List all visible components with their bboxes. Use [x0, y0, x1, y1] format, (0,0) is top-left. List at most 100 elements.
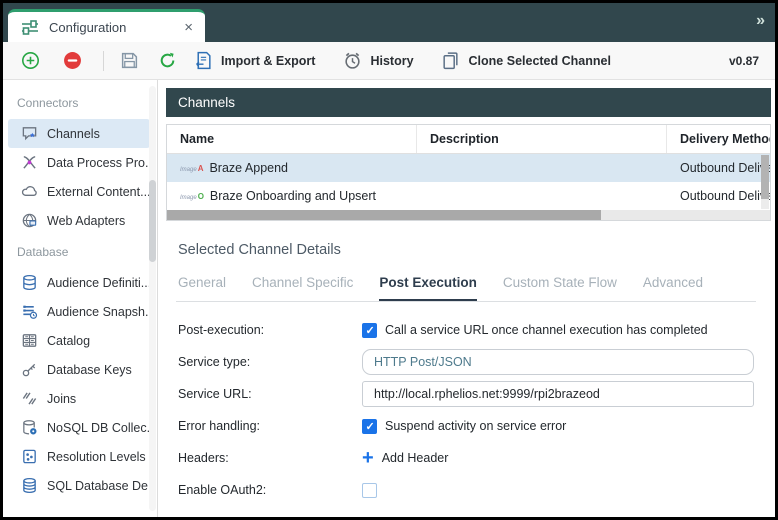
save-button[interactable] [118, 50, 140, 72]
channel-image-placeholder-icon: ImageA [180, 164, 203, 173]
table-header-row: Name Description Delivery Method [167, 125, 770, 154]
table-vertical-scrollbar-thumb[interactable] [761, 155, 769, 199]
service-type-input[interactable] [362, 349, 754, 375]
headers-label: Headers: [178, 451, 362, 465]
sidebar-section-database: Database [3, 235, 157, 268]
column-header-description[interactable]: Description [417, 125, 667, 153]
tab-close-icon[interactable]: × [184, 20, 193, 35]
add-header-button[interactable]: + Add Header [362, 450, 771, 466]
key-icon [21, 361, 38, 378]
column-header-name[interactable]: Name [167, 125, 417, 153]
channel-name-cell: ImageO Braze Onboarding and Upsert [167, 182, 417, 210]
channel-delivery-cell: Outbound Delivery [667, 154, 770, 182]
table-row[interactable]: ImageO Braze Onboarding and Upsert Outbo… [167, 182, 770, 210]
service-url-label: Service URL: [178, 387, 362, 401]
channel-description-cell [417, 154, 667, 182]
error-handling-label: Error handling: [178, 419, 362, 433]
details-tabs: General Channel Specific Post Execution … [178, 275, 756, 302]
sidebar-scrollbar-track[interactable] [149, 86, 156, 511]
sidebar-item-database-keys[interactable]: Database Keys [8, 355, 150, 384]
tab-configuration[interactable]: Configuration × [8, 9, 205, 42]
sidebar-item-data-process-projects[interactable]: Data Process Pro... [8, 148, 150, 177]
service-url-input[interactable] [362, 381, 754, 407]
post-execution-text: Call a service URL once channel executio… [385, 323, 708, 337]
tabs-underline [176, 301, 756, 302]
error-handling-text: Suspend activity on service error [385, 419, 566, 433]
channels-panel-header: Channels [166, 88, 771, 117]
sidebar-item-resolution-levels[interactable]: Resolution Levels [8, 442, 150, 471]
sidebar-scrollbar-thumb[interactable] [149, 180, 156, 262]
channel-image-placeholder-icon: ImageO [180, 192, 204, 201]
import-export-icon [192, 50, 214, 72]
sidebar-item-catalog[interactable]: Catalog [8, 326, 150, 355]
version-badge: v0.87 [729, 54, 759, 68]
sidebar-item-audience-snapshots[interactable]: Audience Snapsh... [8, 297, 150, 326]
sidebar-section-connectors: Connectors [3, 86, 157, 119]
sidebar-item-audience-definitions[interactable]: Audience Definiti... [8, 268, 150, 297]
channel-description-cell [417, 182, 667, 210]
tab-title: Configuration [49, 20, 175, 35]
tab-advanced[interactable]: Advanced [643, 275, 703, 302]
channel-name-cell: ImageA Braze Append [167, 154, 417, 182]
sidebar: Connectors Channels Data Process Pro... [3, 80, 158, 517]
table-horizontal-scrollbar[interactable] [167, 210, 770, 220]
channels-icon [21, 125, 38, 142]
form-row-post-execution: Post-execution: Call a service URL once … [178, 317, 771, 343]
app-window: Configuration × » [0, 0, 778, 520]
clone-label: Clone Selected Channel [469, 54, 611, 68]
sidebar-item-joins[interactable]: Joins [8, 384, 150, 413]
snapshot-icon [21, 303, 38, 320]
refresh-button[interactable] [156, 50, 178, 72]
form-row-service-url: Service URL: [178, 381, 771, 407]
sidebar-item-nosql-db-collections[interactable]: NoSQL DB Collec... [8, 413, 150, 442]
table-row[interactable]: ImageA Braze Append Outbound Delivery [167, 154, 770, 182]
sidebar-item-external-content[interactable]: External Content... [8, 177, 150, 206]
import-export-label: Import & Export [221, 54, 315, 68]
table-horizontal-scrollbar-thumb[interactable] [167, 210, 601, 220]
clone-pages-icon [440, 50, 462, 72]
collapse-panel-icon[interactable]: » [756, 12, 763, 30]
joins-icon [21, 390, 38, 407]
history-button[interactable]: History [341, 50, 413, 72]
toolbar-separator [103, 51, 104, 71]
sliders-icon [20, 19, 40, 35]
tab-bar: Configuration × » [3, 3, 775, 42]
history-label: History [370, 54, 413, 68]
plus-icon: + [362, 450, 374, 466]
enable-oauth2-checkbox[interactable] [362, 483, 377, 498]
tab-channel-specific[interactable]: Channel Specific [252, 275, 353, 302]
form-row-enable-oauth2: Enable OAuth2: [178, 477, 771, 503]
tab-general[interactable]: General [178, 275, 226, 302]
error-handling-checkbox[interactable] [362, 419, 377, 434]
column-header-delivery-method[interactable]: Delivery Method [667, 125, 770, 153]
sidebar-item-web-adapters[interactable]: Web Adapters [8, 206, 150, 235]
import-export-button[interactable]: Import & Export [192, 50, 315, 72]
data-process-icon [21, 154, 38, 171]
tab-custom-state-flow[interactable]: Custom State Flow [503, 275, 617, 302]
form-row-error-handling: Error handling: Suspend activity on serv… [178, 413, 771, 439]
resolution-icon [21, 448, 38, 465]
cloud-icon [21, 183, 38, 200]
enable-oauth2-label: Enable OAuth2: [178, 483, 362, 497]
channel-delivery-cell: Outbound Delivery [667, 182, 770, 210]
globe-icon [21, 212, 38, 229]
clone-channel-button[interactable]: Clone Selected Channel [440, 50, 611, 72]
catalog-icon [21, 332, 38, 349]
sidebar-item-channels[interactable]: Channels [8, 119, 150, 148]
remove-button[interactable] [61, 50, 83, 72]
table-vertical-scrollbar[interactable] [761, 155, 769, 209]
nosql-icon [21, 419, 38, 436]
post-execution-form: Post-execution: Call a service URL once … [178, 317, 771, 503]
form-row-headers: Headers: + Add Header [178, 445, 771, 471]
post-execution-label: Post-execution: [178, 323, 362, 337]
sidebar-item-sql-database-definitions[interactable]: SQL Database De... [8, 471, 150, 500]
service-type-label: Service type: [178, 355, 362, 369]
selected-channel-details-title: Selected Channel Details [178, 242, 771, 258]
database-icon [21, 477, 38, 494]
form-row-service-type: Service type: [178, 349, 771, 375]
post-execution-checkbox[interactable] [362, 323, 377, 338]
channels-table: Name Description Delivery Method ImageA … [166, 124, 771, 221]
add-button[interactable] [19, 50, 41, 72]
history-clock-icon [341, 50, 363, 72]
tab-post-execution[interactable]: Post Execution [379, 275, 477, 302]
